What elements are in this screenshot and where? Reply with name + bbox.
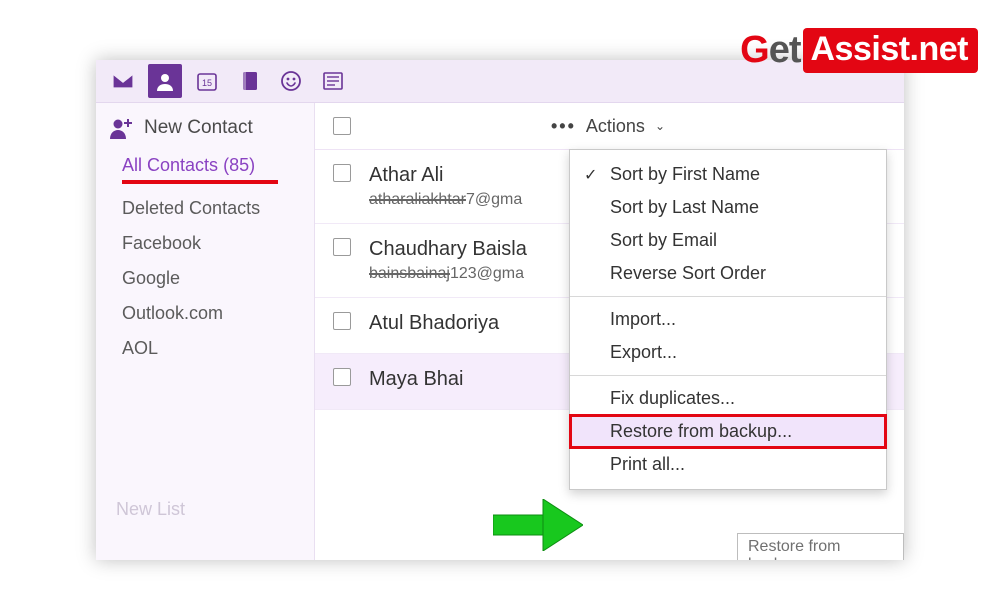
menu-item[interactable]: Sort by First Name [570,158,886,191]
sidebar-list: All Contacts (85) Deleted Contacts Faceb… [96,151,314,375]
contact-name: Atul Bhadoriya [369,312,499,335]
contact-name: Athar Ali [369,164,522,187]
menu-item[interactable]: Import... [570,303,886,336]
more-icon: ••• [551,116,576,137]
menu-separator [570,296,886,297]
menu-item[interactable]: Restore from backup... [570,415,886,448]
sidebar-item-all-contacts[interactable]: All Contacts (85) [122,155,314,184]
sidebar-item-outlook[interactable]: Outlook.com [122,303,314,324]
contact-checkbox[interactable] [333,312,351,330]
contact-email: atharaliakhtar7@gma [369,191,522,209]
app-window: 15 New Contact All Contacts (85) [96,60,904,560]
actions-menu-trigger[interactable]: ••• Actions ⌄ [551,116,665,137]
annotation-arrow [493,499,583,556]
menu-item[interactable]: Print all... [570,448,886,481]
contact-checkbox[interactable] [333,368,351,386]
sidebar-item-aol[interactable]: AOL [122,338,314,359]
watermark-et: et [769,29,801,71]
calendar-icon[interactable]: 15 [190,64,224,98]
watermark-badge: Assist.net [803,28,979,73]
sidebar-item-google[interactable]: Google [122,268,314,289]
emoji-icon[interactable] [274,64,308,98]
chevron-down-icon: ⌄ [655,119,665,133]
mail-icon[interactable] [106,64,140,98]
actions-dropdown: Sort by First NameSort by Last NameSort … [569,149,887,490]
new-contact-label: New Contact [144,117,253,139]
add-contact-icon [110,117,132,139]
new-list-button[interactable]: New List [96,499,314,560]
menu-item[interactable]: Reverse Sort Order [570,257,886,290]
new-contact-button[interactable]: New Contact [96,109,314,151]
watermark-logo: Get Assist.net [740,28,978,73]
news-icon[interactable] [316,64,350,98]
contact-checkbox[interactable] [333,238,351,256]
contacts-icon[interactable] [148,64,182,98]
svg-text:15: 15 [202,78,212,88]
contact-list-header: ••• Actions ⌄ [315,103,904,150]
contact-name: Maya Bhai [369,368,464,391]
menu-separator [570,375,886,376]
active-underline [122,180,278,184]
watermark-g: G [740,29,769,71]
sidebar-item-facebook[interactable]: Facebook [122,233,314,254]
menu-item[interactable]: Sort by Last Name [570,191,886,224]
select-all-checkbox[interactable] [333,117,351,135]
contact-pane: ••• Actions ⌄ Athar Ali atharaliakhtar7@g… [315,103,904,560]
sidebar: New Contact All Contacts (85) Deleted Co… [96,103,315,560]
menu-item[interactable]: Export... [570,336,886,369]
contact-email: bainsbainaj123@gma [369,265,527,283]
contact-checkbox[interactable] [333,164,351,182]
sidebar-item-deleted[interactable]: Deleted Contacts [122,198,314,219]
contact-name: Chaudhary Baisla [369,238,527,261]
menu-item[interactable]: Fix duplicates... [570,382,886,415]
tooltip: Restore from backup [737,533,904,560]
menu-item[interactable]: Sort by Email [570,224,886,257]
notes-icon[interactable] [232,64,266,98]
